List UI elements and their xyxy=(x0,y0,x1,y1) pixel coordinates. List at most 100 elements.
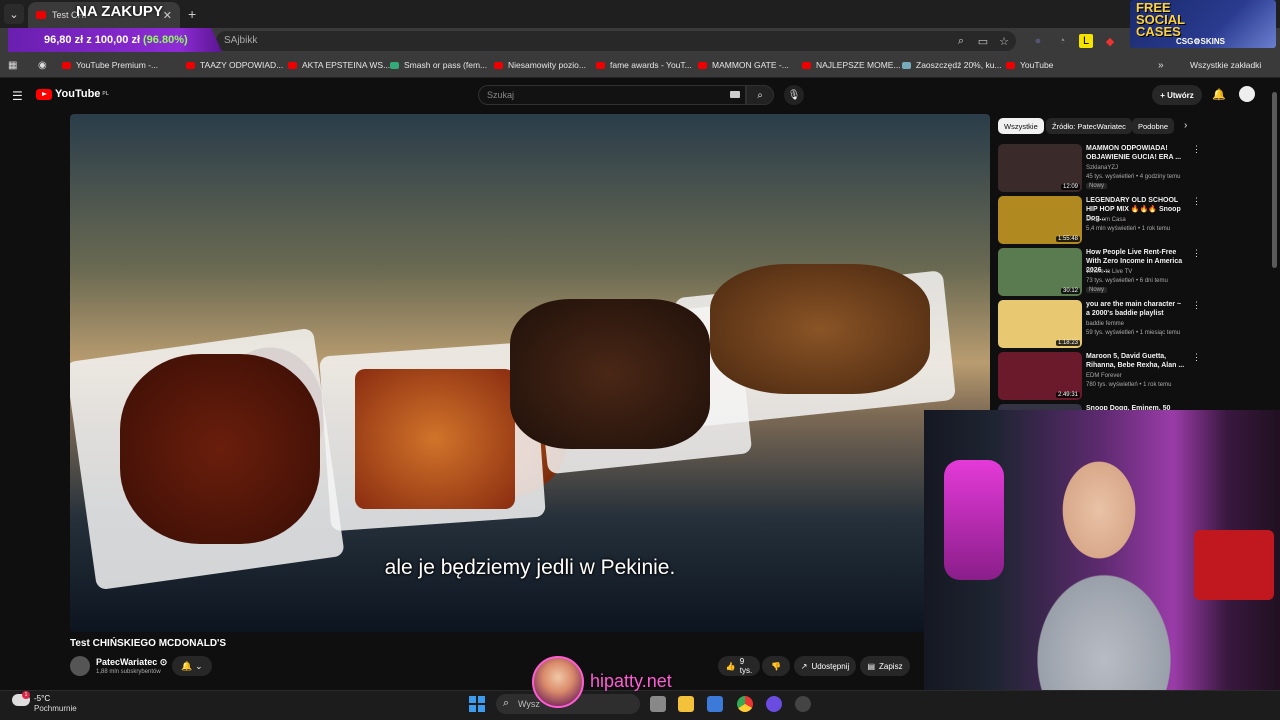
more-options-icon[interactable]: ⋮ xyxy=(1192,300,1201,311)
bookmark-favicon-icon xyxy=(390,61,399,69)
share-icon: ↗ xyxy=(800,661,808,671)
chip-related[interactable]: Podobne xyxy=(1132,118,1175,134)
task-view-icon[interactable] xyxy=(650,696,666,712)
chrome-icon[interactable] xyxy=(737,696,753,712)
recommendation-card[interactable]: 1:18:23 you are the main character ~ a 20… xyxy=(998,300,1258,350)
recommendation-channel[interactable]: baddie femme xyxy=(1086,321,1124,327)
video-subtitle: ale je będziemy jedli w Pekinie. xyxy=(384,556,676,579)
scrollbar[interactable] xyxy=(1272,92,1277,268)
goal-amount: 96,80 zł z 100,00 zł xyxy=(44,34,141,46)
dislike-button[interactable]: 👎 xyxy=(762,656,790,676)
search-placeholder: Szukaj xyxy=(487,90,515,100)
gaming-chair xyxy=(1194,530,1274,600)
search-button[interactable]: ⌕ xyxy=(746,85,774,105)
account-avatar[interactable] xyxy=(1239,86,1255,102)
bookmark-label: NAJLEPSZE MOME... xyxy=(816,60,901,70)
subscription-bell-button[interactable]: 🔔 ⌄ xyxy=(172,656,212,676)
bookmark-star-icon[interactable]: ☆ xyxy=(997,34,1011,48)
recommendation-title[interactable]: Maroon 5, David Guetta, Rihanna, Bebe Re… xyxy=(1086,352,1186,370)
bookmark-favicon-icon xyxy=(902,61,911,69)
streamer-name: hipatty.net xyxy=(590,671,672,691)
create-button[interactable]: + Utwórz xyxy=(1152,85,1202,105)
bookmark-item[interactable]: NAJLEPSZE MOME... xyxy=(802,60,901,70)
like-button[interactable]: 👍 9 tys. xyxy=(718,656,760,676)
goal-percent: (96.80%) xyxy=(143,34,188,46)
keyboard-icon[interactable] xyxy=(730,91,740,98)
more-options-icon[interactable]: ⋮ xyxy=(1192,196,1201,207)
bookmark-label: YouTube Premium -... xyxy=(76,60,159,70)
file-explorer-icon[interactable] xyxy=(678,696,694,712)
search-input[interactable]: Szukaj xyxy=(478,85,746,105)
channel-avatar[interactable] xyxy=(70,656,90,676)
store-icon[interactable] xyxy=(707,696,723,712)
bookmark-item[interactable]: Smash or pass (fem... xyxy=(390,60,487,70)
recommendation-channel[interactable]: Deus em Casa xyxy=(1086,217,1126,223)
app-icon[interactable] xyxy=(766,696,782,712)
obs-icon[interactable] xyxy=(795,696,811,712)
bookmark-item[interactable]: MAMMON GATE -... xyxy=(698,60,789,70)
more-bookmarks-icon[interactable]: » xyxy=(1158,60,1164,71)
recommendation-card[interactable]: 12:09 MAMMON ODPOWIADA! OBJAWIENIE GUCIA!… xyxy=(998,144,1258,194)
bookmark-item[interactable]: TAAZY ODPOWIAD... xyxy=(186,60,283,70)
windows-start-icon[interactable] xyxy=(469,696,485,712)
apps-grid-icon[interactable]: ▦ xyxy=(8,60,17,71)
all-bookmarks[interactable]: Wszystkie zakładki xyxy=(1190,60,1261,70)
more-options-icon[interactable]: ⋮ xyxy=(1192,248,1201,259)
bookmark-icon[interactable]: ◉ xyxy=(38,60,47,71)
extension-icon[interactable]: ● xyxy=(1031,34,1045,48)
zoom-icon[interactable]: ⌕ xyxy=(954,34,968,48)
recommendation-channel[interactable]: EDM Forever xyxy=(1086,373,1122,379)
recommendation-meta: 59 tys. wyświetleń • 1 miesiąc temu xyxy=(1086,330,1181,336)
video-player[interactable] xyxy=(70,114,990,632)
notifications-bell-icon[interactable]: 🔔 xyxy=(1212,88,1226,101)
recommendation-channel[interactable]: Where to Live TV xyxy=(1086,269,1132,275)
youtube-icon xyxy=(186,61,195,69)
youtube-logo[interactable]: YouTube PL xyxy=(36,88,109,100)
bookmark-label: Zaoszczędź 20%, ku... xyxy=(916,60,1002,70)
more-options-icon[interactable]: ⋮ xyxy=(1192,352,1201,363)
taskbar-search-placeholder: Wysz xyxy=(518,699,540,709)
menu-icon[interactable]: ☰ xyxy=(12,89,23,103)
extension-icon[interactable]: ◆ xyxy=(1103,34,1117,48)
recommendation-card[interactable]: 1:55:48 LEGENDARY OLD SCHOOL HIP HOP MIX … xyxy=(998,196,1258,246)
like-count: 9 tys. xyxy=(739,657,753,675)
chip-all[interactable]: Wszystkie xyxy=(998,118,1044,134)
noodle-dish xyxy=(355,369,515,509)
share-label: Udostępnij xyxy=(811,661,850,671)
new-tab-plus-icon[interactable]: + xyxy=(188,6,196,22)
more-options-icon[interactable]: ⋮ xyxy=(1192,144,1201,155)
logo-text: YouTube xyxy=(55,88,101,100)
microphone-icon: 🎙 xyxy=(787,89,801,101)
recommendation-title[interactable]: you are the main character ~ a 2000's ba… xyxy=(1086,300,1186,318)
bookmark-item[interactable]: Niesamowity pozio... xyxy=(494,60,586,70)
recommendation-channel[interactable]: SzklanaYZJ xyxy=(1086,165,1118,171)
subscriber-count: 1,88 mln subskrybentów xyxy=(96,669,161,675)
stream-overlay-title: NA ZAKUPY xyxy=(76,3,163,20)
address-bar[interactable]: SAjbikk xyxy=(216,31,1016,51)
tab-search-chevron-icon[interactable]: ⌄ xyxy=(4,4,24,24)
search-icon: ⌕ xyxy=(757,89,763,101)
youtube-icon xyxy=(1006,61,1015,69)
bookmark-label: TAAZY ODPOWIAD... xyxy=(200,60,284,70)
voice-search-button[interactable]: 🎙 xyxy=(784,85,804,105)
weather-condition: Pochmurnie xyxy=(34,704,77,713)
bookmark-item[interactable]: YouTube Premium -... xyxy=(62,60,158,70)
bookmark-item[interactable]: fame awards - YouT... xyxy=(596,60,692,70)
video-duration: 12:09 xyxy=(1060,184,1080,190)
address-text: SAjbikk xyxy=(224,35,258,46)
bookmark-item[interactable]: YouTube xyxy=(1006,60,1053,70)
chip-source[interactable]: Źródło: PatecWariatec xyxy=(1046,118,1132,134)
recommendation-card[interactable]: 30:12 How People Live Rent-Free With Zero… xyxy=(998,248,1258,298)
bookmark-item[interactable]: Zaoszczędź 20%, ku... xyxy=(902,60,1002,70)
extension-icon[interactable]: L xyxy=(1079,34,1093,48)
close-icon[interactable]: ✕ xyxy=(163,9,172,22)
bookmark-item[interactable]: AKTA EPSTEINA WS... xyxy=(288,60,390,70)
recommendation-title[interactable]: MAMMON ODPOWIADA! OBJAWIENIE GUCIA! ERA … xyxy=(1086,144,1186,162)
save-button[interactable]: ▤ Zapisz xyxy=(860,656,910,676)
cast-icon[interactable]: ▭ xyxy=(976,34,990,48)
recommendation-card[interactable]: 2:49:31 Maroon 5, David Guetta, Rihanna, … xyxy=(998,352,1258,402)
share-button[interactable]: ↗ Udostępnij xyxy=(794,656,856,676)
chevron-right-icon[interactable]: › xyxy=(1184,120,1187,131)
extension-icon[interactable]: ◔ xyxy=(1055,34,1069,48)
channel-name[interactable]: PatecWariatec ⊙ xyxy=(96,657,167,668)
